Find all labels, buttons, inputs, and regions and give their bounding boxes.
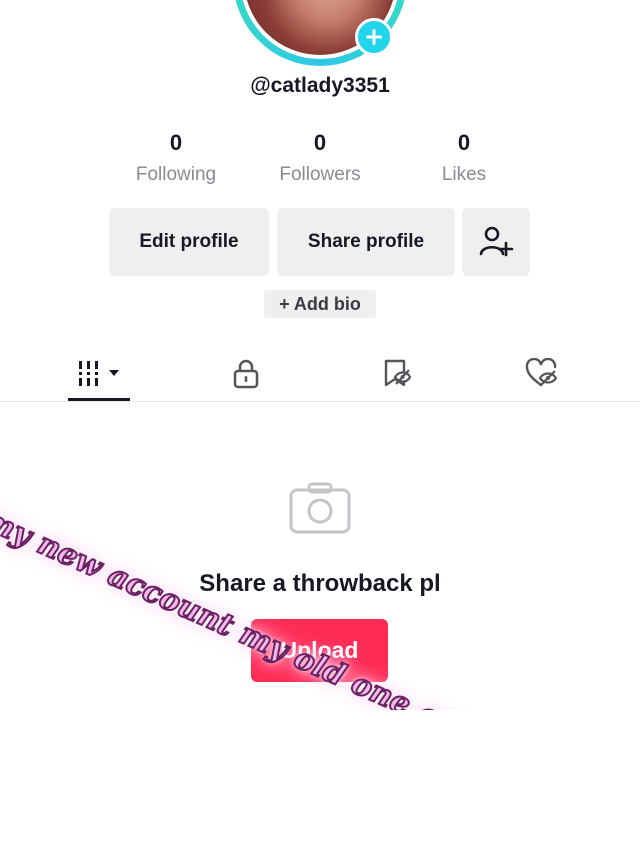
add-bio-button[interactable]: + Add bio bbox=[264, 290, 376, 318]
username: @catlady3351 bbox=[250, 74, 390, 97]
add-avatar-button[interactable] bbox=[355, 18, 393, 56]
active-tab-indicator bbox=[68, 398, 130, 401]
liked-icon bbox=[525, 357, 558, 386]
tab-videos[interactable] bbox=[40, 344, 160, 401]
following-label: Following bbox=[135, 164, 217, 185]
share-profile-button[interactable]: Share profile bbox=[277, 208, 455, 276]
photo-icon bbox=[289, 482, 351, 534]
stat-likes[interactable]: 0 Likes bbox=[394, 128, 534, 186]
plus-icon bbox=[366, 29, 382, 45]
followers-label: Followers bbox=[279, 164, 361, 185]
stat-followers[interactable]: 0 Followers bbox=[250, 128, 390, 186]
likes-count: 0 bbox=[457, 130, 471, 155]
upload-button[interactable]: Upload bbox=[251, 619, 388, 682]
profile-tabs bbox=[0, 344, 640, 402]
following-count: 0 bbox=[169, 130, 183, 155]
stat-following[interactable]: 0 Following bbox=[106, 128, 246, 186]
edit-profile-button[interactable]: Edit profile bbox=[109, 208, 269, 276]
add-user-icon bbox=[479, 226, 514, 257]
tab-favorites[interactable] bbox=[336, 344, 456, 401]
likes-label: Likes bbox=[441, 164, 487, 185]
tab-liked[interactable] bbox=[482, 344, 602, 401]
avatar-container[interactable] bbox=[233, 0, 407, 66]
followers-count: 0 bbox=[313, 130, 327, 155]
favorites-icon bbox=[384, 359, 412, 386]
tab-private[interactable] bbox=[186, 344, 306, 401]
lock-icon bbox=[233, 359, 259, 388]
add-friend-button[interactable] bbox=[462, 208, 530, 276]
videos-grid-icon bbox=[79, 360, 119, 386]
empty-state-message: Share a throwback pl bbox=[199, 570, 441, 597]
